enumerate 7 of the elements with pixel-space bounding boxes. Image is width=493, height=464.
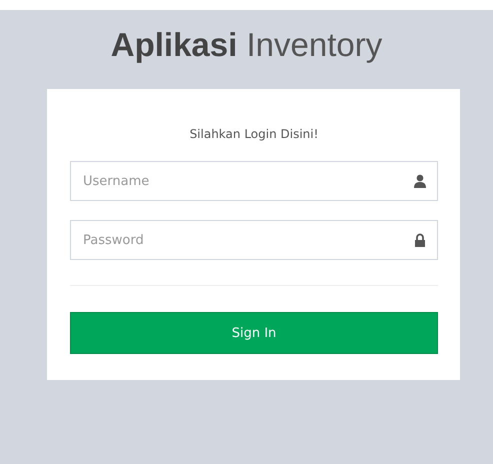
login-message: Silahkan Login Disini! [188,127,320,141]
username-field[interactable]: Username [70,161,438,201]
password-field[interactable]: Password [70,220,438,260]
lock-icon [413,233,427,247]
user-icon [413,174,427,188]
sign-in-button[interactable]: Sign In [70,312,438,354]
app-logo: Aplikasi Inventory [110,26,382,63]
